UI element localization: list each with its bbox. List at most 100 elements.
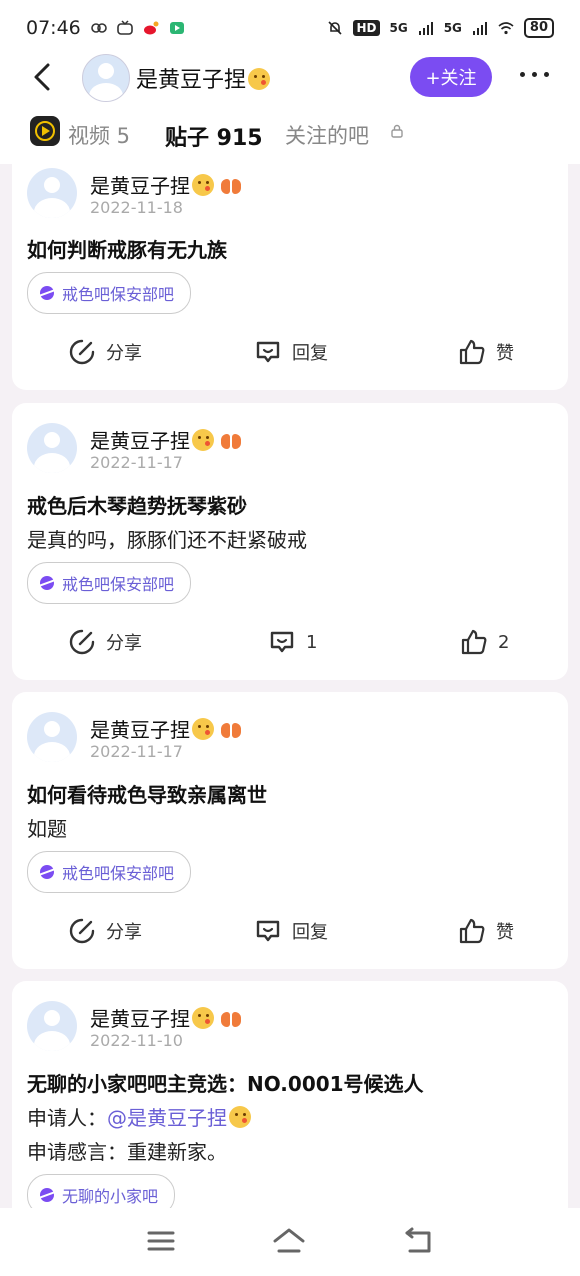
share-icon	[69, 339, 95, 365]
comment-icon	[256, 341, 280, 363]
menu-icon[interactable]	[144, 1226, 178, 1256]
forum-tag[interactable]: 戒色吧保安部吧	[27, 562, 192, 604]
thumbs-up-icon	[459, 339, 485, 365]
tab-followed-forums[interactable]: 关注的吧	[285, 120, 369, 150]
share-icon	[69, 629, 95, 655]
profile-username: 是黄豆子捏	[136, 62, 271, 94]
signal-icon	[418, 22, 433, 35]
like-button[interactable]: 2	[460, 628, 509, 656]
post-card[interactable]: 是黄豆子捏 2022-11-17 如何看待戒色导致亲属离世 如题 戒色吧保安部吧…	[12, 692, 568, 969]
post-author-name: 是黄豆子捏	[90, 429, 190, 453]
like-button[interactable]: 赞	[458, 917, 514, 945]
post-body-statement: 申请感言：重建新家。	[27, 1140, 227, 1164]
lungs-badge-icon	[220, 1010, 242, 1028]
share-button[interactable]: 分享	[68, 917, 142, 945]
forum-tag[interactable]: 戒色吧保安部吧	[27, 851, 192, 893]
post-author-avatar[interactable]	[27, 1001, 77, 1051]
post-author-avatar[interactable]	[27, 423, 77, 473]
thumbs-up-icon	[461, 629, 487, 655]
post-date: 2022-11-17	[90, 742, 183, 761]
home-icon[interactable]	[272, 1226, 306, 1256]
kiss-emoji-icon	[192, 1007, 214, 1029]
hd-badge: HD	[353, 20, 380, 36]
avatar[interactable]	[82, 54, 130, 102]
lock-icon	[391, 124, 403, 138]
forum-tag-label: 无聊的小家吧	[62, 1187, 159, 1206]
forum-tag-label: 戒色吧保安部吧	[62, 285, 175, 304]
post-title[interactable]: 如何看待戒色导致亲属离世	[27, 779, 267, 808]
game-notification-icon	[169, 22, 184, 34]
post-title[interactable]: 无聊的小家吧吧主竞选：NO.0001号候选人	[27, 1068, 424, 1097]
comment-icon	[256, 920, 280, 942]
forum-tag-label: 戒色吧保安部吧	[62, 575, 175, 594]
post-author-avatar[interactable]	[27, 712, 77, 762]
lungs-badge-icon	[220, 721, 242, 739]
share-label: 分享	[106, 343, 142, 364]
share-icon	[69, 918, 95, 944]
signal-icon-2	[472, 22, 487, 35]
post-date: 2022-11-18	[90, 198, 183, 217]
applicant-label: 申请人：	[27, 1106, 107, 1130]
system-navigation-bar	[0, 1208, 580, 1276]
network-label-1: 5G	[389, 21, 408, 35]
post-author-avatar[interactable]	[27, 168, 77, 218]
forum-tag[interactable]: 戒色吧保安部吧	[27, 272, 192, 314]
like-button[interactable]: 赞	[458, 338, 514, 366]
tab-posts[interactable]: 贴子 915	[165, 120, 263, 152]
post-date: 2022-11-10	[90, 1031, 183, 1050]
post-author-name: 是黄豆子捏	[90, 174, 190, 198]
more-options-icon[interactable]	[520, 72, 549, 77]
reply-label: 回复	[292, 343, 328, 364]
post-card[interactable]: 是黄豆子捏 2022-11-17 戒色后木琴趋势抚琴紫砂 是真的吗，豚豚们还不赶…	[12, 403, 568, 680]
back-arrow-icon[interactable]	[30, 62, 58, 92]
reply-button[interactable]: 1	[268, 628, 317, 656]
mute-icon	[328, 21, 343, 35]
reply-button[interactable]: 回复	[254, 917, 328, 945]
network-label-2: 5G	[443, 21, 462, 35]
lungs-badge-icon	[220, 432, 242, 450]
post-author[interactable]: 是黄豆子捏	[90, 714, 242, 743]
post-card[interactable]: 是黄豆子捏 2022-11-18 如何判断戒豚有无九族 戒色吧保安部吧 分享 回…	[12, 150, 568, 390]
username-text: 是黄豆子捏	[136, 68, 247, 93]
kiss-emoji-icon	[192, 174, 214, 196]
post-body-applicant: 申请人：@是黄豆子捏	[27, 1102, 251, 1131]
like-count: 2	[498, 631, 510, 653]
post-title[interactable]: 如何判断戒豚有无九族	[27, 234, 227, 263]
post-body: 如题	[27, 817, 67, 841]
profile-header: 是黄豆子捏 +关注	[0, 50, 580, 106]
forum-planet-icon	[40, 576, 54, 590]
share-button[interactable]: 分享	[68, 628, 142, 656]
post-title[interactable]: 戒色后木琴趋势抚琴紫砂	[27, 490, 247, 519]
forum-tag-label: 戒色吧保安部吧	[62, 864, 175, 883]
forum-planet-icon	[40, 865, 54, 879]
post-author[interactable]: 是黄豆子捏	[90, 1003, 242, 1032]
kiss-emoji-icon	[192, 718, 214, 740]
video-tab-icon[interactable]	[30, 116, 60, 146]
forum-planet-icon	[40, 286, 54, 300]
tab-videos[interactable]: 视频 5	[68, 120, 130, 150]
post-card[interactable]: 是黄豆子捏 2022-11-10 无聊的小家吧吧主竞选：NO.0001号候选人 …	[12, 981, 568, 1241]
weibo-notification-icon	[143, 21, 159, 35]
app-notification-icon	[90, 23, 107, 33]
kiss-emoji-icon	[192, 429, 214, 451]
reply-count: 1	[306, 631, 318, 653]
reply-button[interactable]: 回复	[254, 338, 328, 366]
kiss-emoji-icon	[248, 68, 271, 90]
post-author[interactable]: 是黄豆子捏	[90, 425, 242, 454]
back-nav-icon[interactable]	[402, 1226, 436, 1256]
status-time: 07:46	[26, 17, 81, 39]
share-button[interactable]: 分享	[68, 338, 142, 366]
post-author[interactable]: 是黄豆子捏	[90, 170, 242, 199]
post-date: 2022-11-17	[90, 453, 183, 472]
battery-indicator: 80	[523, 18, 554, 38]
lungs-badge-icon	[220, 177, 242, 195]
forum-planet-icon	[40, 1188, 54, 1202]
post-author-name: 是黄豆子捏	[90, 718, 190, 742]
share-label: 分享	[106, 633, 142, 654]
post-author-name: 是黄豆子捏	[90, 1007, 190, 1031]
post-body: 是真的吗，豚豚们还不赶紧破戒	[27, 528, 307, 552]
tv-notification-icon	[116, 20, 133, 35]
like-label: 赞	[496, 343, 514, 364]
user-mention-link[interactable]: @是黄豆子捏	[107, 1106, 227, 1130]
follow-button[interactable]: +关注	[410, 57, 492, 97]
